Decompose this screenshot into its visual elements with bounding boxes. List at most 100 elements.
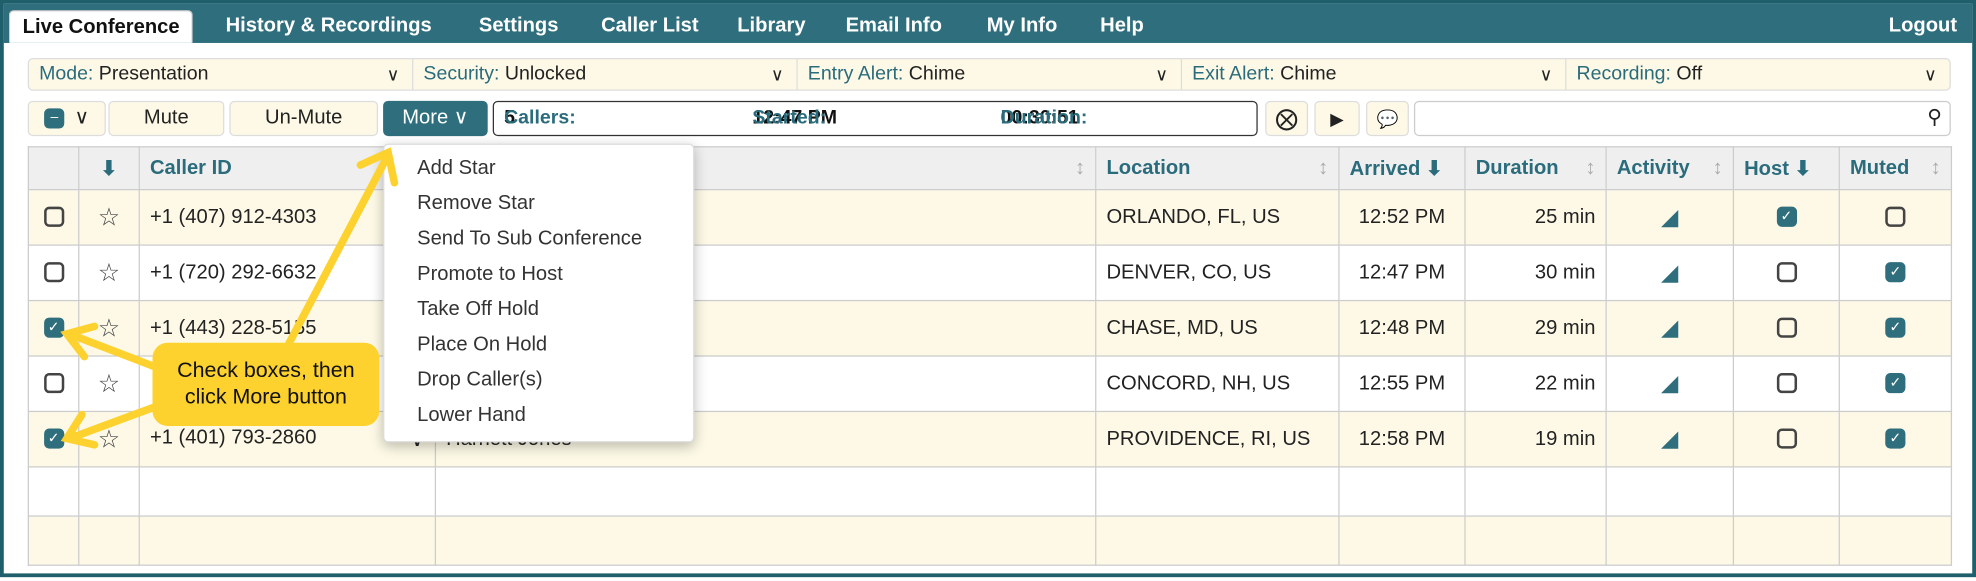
location-cell: ORLANDO, FL, US	[1095, 189, 1340, 246]
menu-item-remove-star[interactable]: Remove Star	[384, 187, 693, 222]
chevron-down-icon: ∨	[1155, 64, 1169, 85]
row-select-checkbox[interactable]	[43, 207, 64, 228]
sort-icon: ↕	[1585, 156, 1596, 179]
header-activity[interactable]: Activity ↕	[1605, 146, 1735, 191]
search-icon: ⚲	[1927, 107, 1942, 129]
star-icon[interactable]: ☆	[78, 189, 140, 246]
unmute-button[interactable]: Un-Mute	[229, 100, 379, 137]
arrived-cell: 12:48 PM	[1338, 299, 1466, 357]
tab-library[interactable]: Library	[725, 10, 819, 43]
star-icon[interactable]: ☆	[78, 355, 140, 413]
play-recording-icon[interactable]: ▶	[1314, 100, 1360, 137]
tab-email-info[interactable]: Email Info	[833, 10, 955, 43]
menu-item-promote-to-host[interactable]: Promote to Host	[384, 257, 693, 292]
tab-help[interactable]: Help	[1088, 10, 1157, 43]
tab-bar: Live Conference History & Recordings Set…	[3, 3, 1973, 43]
speaker-icon: ◢	[1605, 244, 1735, 302]
star-icon[interactable]: ☆	[78, 244, 140, 302]
header-select	[27, 146, 80, 191]
menu-item-take-off-hold[interactable]: Take Off Hold	[384, 292, 693, 327]
muted-checkbox[interactable]: ✓	[1885, 317, 1906, 339]
header-muted[interactable]: Muted ↕	[1838, 146, 1953, 191]
recording-select[interactable]: Recording: Off ∨	[1566, 59, 1949, 89]
header-arrived[interactable]: Arrived ⬇	[1338, 146, 1466, 191]
sort-icon: ↕	[1930, 156, 1941, 179]
row-select-checkbox[interactable]: ✓	[43, 428, 64, 449]
speaker-icon: ◢	[1605, 299, 1735, 357]
location-cell: DENVER, CO, US	[1095, 244, 1340, 302]
select-all-dropdown[interactable]: – ∨	[27, 100, 106, 137]
annotation-callout: Check boxes, then click More button	[152, 342, 380, 426]
logout-link[interactable]: Logout	[1876, 10, 1970, 43]
header-host[interactable]: Host ⬇	[1732, 146, 1840, 191]
chevron-down-icon: ∨	[1539, 64, 1553, 85]
deselect-all-checkbox[interactable]: –	[44, 108, 65, 129]
empty-row	[27, 515, 1953, 566]
chevron-down-icon: ∨	[386, 64, 400, 85]
muted-checkbox[interactable]	[1885, 207, 1906, 228]
tab-caller-list[interactable]: Caller List	[589, 10, 712, 43]
menu-item-place-on-hold[interactable]: Place On Hold	[384, 328, 693, 363]
duration-cell: 25 min	[1464, 189, 1607, 246]
table-row[interactable]: ☆ +1 (407) 912-4303 ORLANDO, FL, US 12:5…	[27, 189, 1953, 246]
muted-checkbox[interactable]: ✓	[1885, 373, 1906, 394]
host-checkbox[interactable]	[1776, 317, 1797, 339]
menu-item-drop-callers[interactable]: Drop Caller(s)	[384, 363, 693, 398]
sort-down-icon: ⬇	[1425, 158, 1443, 180]
duration-cell: 30 min	[1464, 244, 1607, 302]
conference-info: Callers: 5 Started: 12:47 PM Duration: 0…	[492, 100, 1258, 137]
live-conference-window: Live Conference History & Recordings Set…	[0, 0, 1976, 578]
mute-button[interactable]: Mute	[108, 100, 225, 137]
tab-my-info[interactable]: My Info	[974, 10, 1070, 43]
location-cell: CHASE, MD, US	[1095, 299, 1340, 357]
header-duration[interactable]: Duration ↕	[1464, 146, 1607, 191]
star-icon[interactable]: ☆	[78, 410, 140, 468]
conference-settings-row: Mode: Presentation ∨ Security: Unlocked ∨ …	[27, 57, 1951, 91]
location-cell: PROVIDENCE, RI, US	[1095, 410, 1340, 468]
row-select-checkbox[interactable]	[43, 262, 64, 283]
speaker-icon: ◢	[1605, 355, 1735, 413]
host-checkbox[interactable]: ✓	[1776, 207, 1797, 228]
menu-item-add-star[interactable]: Add Star	[384, 151, 693, 186]
table-row[interactable]: ☆ +1 (720) 292-6632 DENVER, CO, US 12:47…	[27, 244, 1953, 302]
row-select-checkbox[interactable]: ✓	[43, 317, 64, 339]
empty-row	[27, 466, 1953, 517]
tab-live-conference[interactable]: Live Conference	[8, 10, 194, 43]
duration-cell: 19 min	[1464, 410, 1607, 468]
more-dropdown-menu: Add Star Remove Star Send To Sub Confere…	[383, 143, 695, 443]
sort-down-icon: ⬇	[1794, 158, 1812, 180]
chevron-down-icon: ∨	[770, 64, 784, 85]
star-icon[interactable]: ☆	[78, 299, 140, 357]
search-input[interactable]: ⚲	[1413, 100, 1951, 137]
tab-history-recordings[interactable]: History & Recordings	[213, 10, 444, 43]
arrived-cell: 12:58 PM	[1338, 410, 1466, 468]
arrived-cell: 12:52 PM	[1338, 189, 1466, 246]
sort-icon: ↕	[1318, 156, 1329, 179]
header-location[interactable]: Location ↕	[1095, 146, 1340, 191]
arrived-cell: 12:47 PM	[1338, 244, 1466, 302]
sort-icon: ↕	[1712, 156, 1723, 179]
clear-icon[interactable]: ⨂	[1265, 100, 1309, 137]
host-checkbox[interactable]	[1776, 373, 1797, 394]
tab-settings[interactable]: Settings	[466, 10, 571, 43]
chat-icon[interactable]: 💬	[1366, 100, 1409, 137]
menu-item-send-to-sub-conference[interactable]: Send To Sub Conference	[384, 222, 693, 257]
menu-item-lower-hand[interactable]: Lower Hand	[384, 398, 693, 433]
speaker-icon: ◢	[1605, 189, 1735, 246]
speaker-icon: ◢	[1605, 410, 1735, 468]
location-cell: CONCORD, NH, US	[1095, 355, 1340, 413]
muted-checkbox[interactable]: ✓	[1885, 428, 1906, 449]
exit-alert-select[interactable]: Exit Alert: Chime ∨	[1182, 59, 1567, 90]
sort-icon: ↕	[1074, 156, 1086, 179]
host-checkbox[interactable]	[1776, 428, 1797, 449]
host-checkbox[interactable]	[1776, 262, 1797, 283]
mode-select[interactable]: Mode: Presentation ∨	[29, 59, 414, 90]
more-button[interactable]: More ∨	[383, 100, 488, 137]
chevron-down-icon: ∨	[1924, 64, 1937, 85]
security-select[interactable]: Security: Unlocked ∨	[413, 59, 798, 90]
duration-cell: 22 min	[1464, 355, 1607, 413]
row-select-checkbox[interactable]	[43, 373, 64, 394]
entry-alert-select[interactable]: Entry Alert: Chime ∨	[798, 59, 1183, 90]
muted-checkbox[interactable]: ✓	[1885, 262, 1906, 283]
header-star-sort[interactable]: ⬇	[78, 146, 140, 191]
